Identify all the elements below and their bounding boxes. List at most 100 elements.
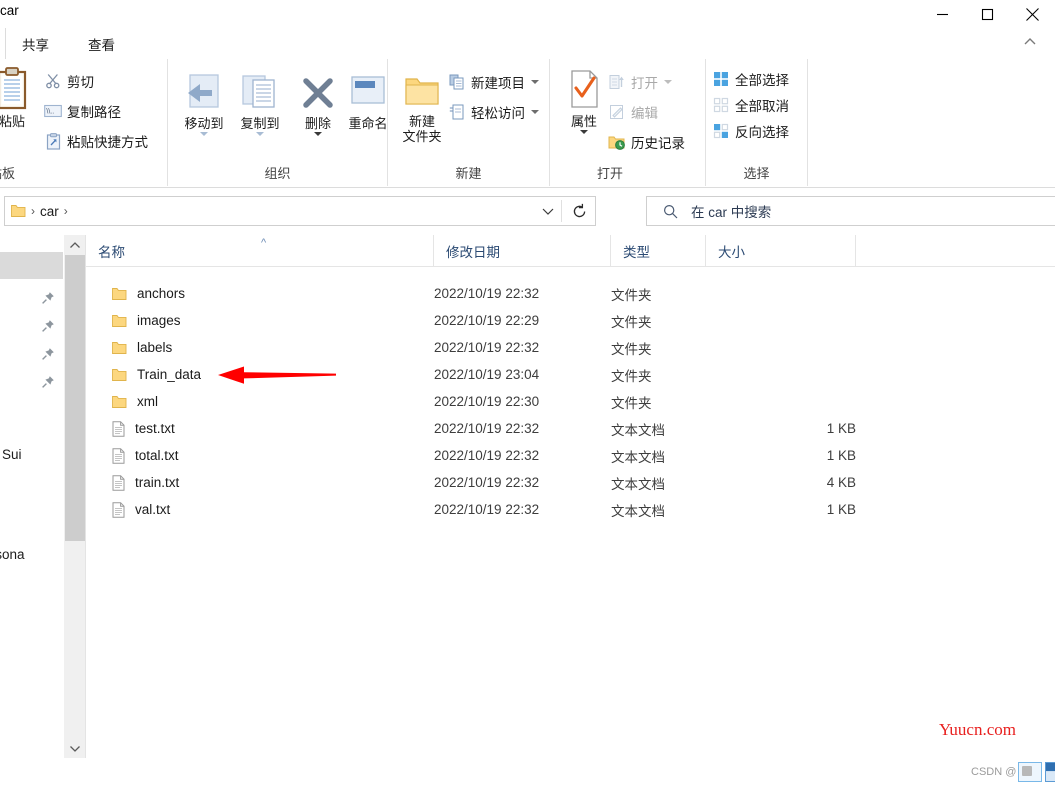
pin-icon[interactable] [41, 375, 55, 389]
column-header-row: 名称 ^ 修改日期 类型 大小 [86, 235, 1055, 267]
open-group-title: 打开 [596, 166, 623, 181]
table-row[interactable]: labels 2022/10/19 22:32 文件夹 [86, 334, 1055, 361]
new-item-button[interactable]: 新建项目 [448, 71, 539, 93]
close-button[interactable] [1010, 0, 1055, 28]
column-header-size[interactable]: 大小 [706, 235, 856, 266]
rename-icon [346, 69, 390, 113]
copy-to-caret-icon[interactable] [256, 132, 264, 136]
scroll-down-button[interactable] [64, 738, 86, 758]
chevron-up-icon [70, 241, 80, 248]
select-none-button[interactable]: 全部取消 [712, 94, 789, 116]
delete-caret-icon[interactable] [314, 132, 322, 136]
new-folder-button[interactable]: 新建 文件夹 [394, 67, 450, 144]
file-name-cell[interactable]: anchors [112, 280, 185, 307]
file-type-cell: 文件夹 [611, 341, 652, 357]
column-header-date[interactable]: 修改日期 [434, 235, 611, 266]
table-row[interactable]: total.txt 2022/10/19 22:32 文本文档 1 KB [86, 442, 1055, 469]
scroll-up-button[interactable] [64, 235, 86, 255]
tab-share[interactable]: 共享 [12, 28, 59, 59]
folder-icon [112, 314, 127, 328]
text-file-icon [112, 501, 125, 518]
address-bar[interactable]: › car › [4, 196, 596, 226]
nav-item-8[interactable]: 当 [0, 670, 63, 697]
column-header-name[interactable]: 名称 ^ [86, 235, 434, 266]
table-row[interactable]: xml 2022/10/19 22:30 文件夹 [86, 388, 1055, 415]
column-header-type[interactable]: 类型 [611, 235, 706, 266]
file-name-cell[interactable]: total.txt [112, 442, 179, 469]
file-size-cell [706, 361, 856, 388]
minimize-button[interactable] [920, 0, 965, 28]
copy-path-button[interactable]: \\.. 复制路径 [44, 100, 121, 122]
file-name-cell[interactable]: Train_data [112, 361, 201, 388]
table-row[interactable]: val.txt 2022/10/19 22:32 文本文档 1 KB [86, 496, 1055, 523]
paste-shortcut-icon [44, 132, 62, 150]
delete-x-icon [298, 69, 338, 113]
nav-item-1[interactable] [0, 285, 63, 312]
delete-button[interactable]: 删除 [290, 69, 346, 136]
ribbon-group-new: 新建 文件夹 新建项目 轻松访问 新建 [388, 59, 550, 186]
cut-button[interactable]: 剪切 [44, 70, 94, 92]
history-button[interactable]: 历史记录 [608, 131, 685, 153]
refresh-button[interactable] [563, 197, 595, 225]
table-row[interactable]: Train_data 2022/10/19 23:04 文件夹 [86, 361, 1055, 388]
scrollbar-thumb[interactable] [65, 255, 85, 541]
properties-button[interactable]: 属性 [556, 67, 612, 134]
table-row[interactable]: test.txt 2022/10/19 22:32 文本文档 1 KB [86, 415, 1055, 442]
address-history-dropdown[interactable] [535, 197, 561, 225]
pin-icon[interactable] [41, 347, 55, 361]
select-all-button[interactable]: 全部选择 [712, 68, 789, 90]
nav-item-5-label: esign Sui [0, 447, 22, 462]
select-all-button-label: 全部选择 [735, 73, 789, 88]
paste-shortcut-button[interactable]: 粘贴快捷方式 [44, 130, 148, 152]
invert-selection-button[interactable]: 反向选择 [712, 120, 789, 142]
search-box[interactable]: 在 car 中搜索 [646, 196, 1055, 226]
search-input[interactable]: 在 car 中搜索 [691, 201, 771, 221]
svg-text:\\..: \\.. [46, 109, 54, 116]
breadcrumb-separator-root[interactable]: › [26, 205, 40, 217]
table-row[interactable]: images 2022/10/19 22:29 文件夹 [86, 307, 1055, 334]
breadcrumb-car[interactable]: car [40, 204, 59, 219]
maximize-icon [981, 8, 994, 20]
navigation-pane-scrollbar[interactable] [63, 235, 85, 758]
file-name-cell[interactable]: labels [112, 334, 172, 361]
edit-button[interactable]: 编辑 [608, 101, 658, 123]
table-row[interactable]: anchors 2022/10/19 22:32 文件夹 [86, 280, 1055, 307]
file-name-cell[interactable]: val.txt [112, 496, 170, 523]
open-button[interactable]: 打开 [608, 71, 672, 93]
copy-to-button[interactable]: 复制到 [232, 69, 288, 136]
easy-access-button[interactable]: 轻松访问 [448, 101, 539, 123]
move-to-button[interactable]: 移动到 [176, 69, 232, 136]
file-name-cell[interactable]: train.txt [112, 469, 179, 496]
file-date-cell: 2022/10/19 22:32 [434, 340, 540, 355]
nav-item-5[interactable]: esign Sui [0, 441, 63, 468]
open-caret-icon[interactable] [664, 80, 672, 84]
easy-access-caret-icon[interactable] [531, 110, 539, 114]
select-none-button-label: 全部取消 [735, 99, 789, 114]
close-icon [1026, 7, 1039, 21]
file-name-cell[interactable]: xml [112, 388, 158, 415]
maximize-button[interactable] [965, 0, 1010, 28]
pin-icon[interactable] [41, 291, 55, 305]
nav-item-4[interactable] [0, 369, 63, 396]
table-row[interactable]: train.txt 2022/10/19 22:32 文本文档 4 KB [86, 469, 1055, 496]
nav-item-6[interactable]: 果件 [0, 469, 63, 496]
collapse-ribbon-button[interactable] [1021, 36, 1039, 52]
move-to-caret-icon[interactable] [200, 132, 208, 136]
copy-to-icon [238, 69, 282, 113]
new-item-caret-icon[interactable] [531, 80, 539, 84]
file-name-cell[interactable]: test.txt [112, 415, 175, 442]
refresh-icon [573, 203, 585, 217]
file-name-cell[interactable]: images [112, 307, 181, 334]
paste-button[interactable]: 粘贴 [0, 67, 40, 129]
tab-view[interactable]: 查看 [78, 28, 125, 59]
nav-item-2[interactable]: ds [0, 313, 63, 340]
breadcrumb-separator-car[interactable]: › [59, 205, 73, 217]
nav-item-7[interactable]: - Persona [0, 541, 63, 568]
pin-icon[interactable] [41, 319, 55, 333]
nav-item-9[interactable]: 夹 [0, 698, 63, 725]
nav-item-0[interactable] [0, 252, 63, 279]
properties-caret-icon[interactable] [580, 130, 588, 134]
properties-button-label: 属性 [570, 114, 597, 129]
nav-item-3[interactable] [0, 341, 63, 368]
cut-button-label: 剪切 [67, 75, 94, 90]
